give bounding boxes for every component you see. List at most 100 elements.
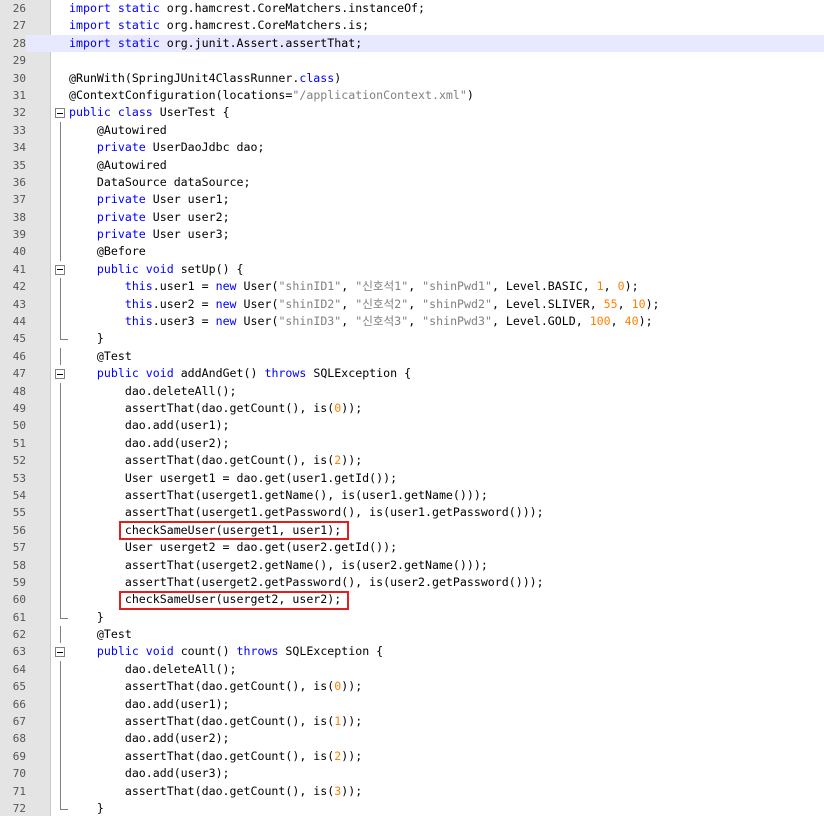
code-token-plain: ,	[408, 296, 423, 311]
fold-guide-line	[60, 678, 61, 696]
code-line[interactable]: 47 public void addAndGet() throws SQLExc…	[0, 365, 824, 382]
line-number: 29	[12, 54, 26, 68]
fold-collapse-icon[interactable]	[55, 108, 65, 119]
code-line[interactable]: 67 assertThat(dao.getCount(), is(1));	[0, 713, 824, 731]
fold-collapse-icon[interactable]	[55, 264, 65, 275]
code-text: @RunWith(SpringJUnit4ClassRunner.class)	[69, 70, 341, 87]
code-line[interactable]: 72 }	[0, 799, 824, 817]
code-line[interactable]: 32 public class UserTest {	[0, 104, 824, 121]
code-line[interactable]: 63 public void count() throws SQLExcepti…	[0, 643, 824, 660]
code-line[interactable]: 40 @Before	[0, 243, 824, 261]
code-text: private User user3;	[69, 226, 230, 243]
code-text: assertThat(userget1.getName(), is(user1.…	[69, 487, 488, 504]
code-line[interactable]: 44 this.user3 = new User("shinID3", "신호석…	[0, 313, 824, 331]
fold-guide-line	[60, 747, 61, 766]
code-line[interactable]: 36 DataSource dataSource;	[0, 173, 824, 192]
code-token-plain: assertThat(dao.getCount(), is(	[69, 453, 335, 468]
code-text: assertThat(userget2.getPassword(), is(us…	[69, 574, 544, 591]
code-line[interactable]: 65 assertThat(dao.getCount(), is(0));	[0, 678, 824, 696]
code-line[interactable]: 43 this.user2 = new User("shinID2", "신호석…	[0, 295, 824, 314]
code-line[interactable]: 33 @Autowired	[0, 121, 824, 140]
fold-guide-line	[60, 313, 61, 331]
code-line[interactable]: 66 dao.add(user1);	[0, 695, 824, 714]
line-number: 65	[12, 680, 26, 694]
fold-collapse-icon[interactable]	[55, 369, 65, 380]
code-line[interactable]: 53 User userget1 = dao.get(user1.getId()…	[0, 469, 824, 487]
code-token-plain: ));	[341, 679, 363, 694]
code-line[interactable]: 54 assertThat(userget1.getName(), is(use…	[0, 486, 824, 505]
line-number: 26	[12, 2, 26, 15]
code-token-kw: import	[69, 1, 111, 15]
code-area[interactable]: 26 import static org.hamcrest.CoreMatcher…	[0, 0, 824, 817]
code-text: @Test	[69, 626, 132, 643]
code-token-plain: ,	[617, 296, 632, 311]
code-line[interactable]: 30 @RunWith(SpringJUnit4ClassRunner.class…	[0, 70, 824, 87]
code-line[interactable]: 38 private User user2;	[0, 208, 824, 227]
code-line[interactable]: 57 User userget2 = dao.get(user2.getId()…	[0, 539, 824, 557]
code-token-plain: ,	[341, 279, 356, 294]
code-line[interactable]: 61 }	[0, 608, 824, 626]
code-token-plain: @Test	[69, 348, 132, 363]
code-token-plain: ,	[341, 296, 356, 311]
code-line[interactable]: 35 @Autowired	[0, 156, 824, 174]
code-text: private User user2;	[69, 209, 230, 226]
code-line[interactable]: 37 private User user1;	[0, 191, 824, 209]
code-line[interactable]: 48 dao.deleteAll();	[0, 382, 824, 400]
code-line[interactable]: 34 private UserDaoJdbc dao;	[0, 139, 824, 157]
code-text: assertThat(dao.getCount(), is(2));	[69, 452, 362, 469]
code-line[interactable]: 42 this.user1 = new User("shinID1", "신호석…	[0, 278, 824, 296]
code-token-plain: );	[624, 279, 639, 294]
fold-guide-line	[60, 730, 61, 748]
code-text: import static org.hamcrest.CoreMatchers.…	[69, 17, 369, 34]
code-line[interactable]: 71 assertThat(dao.getCount(), is(3));	[0, 782, 824, 800]
code-line[interactable]: 50 dao.add(user1);	[0, 417, 824, 435]
code-token-str: "/applicationContext.xml"	[292, 87, 467, 102]
code-line[interactable]: 31 @ContextConfiguration(locations="/appl…	[0, 87, 824, 104]
code-line[interactable]: 45 }	[0, 330, 824, 347]
code-line[interactable]: 64 dao.deleteAll();	[0, 660, 824, 679]
code-line[interactable]: 46 @Test	[0, 347, 824, 366]
fold-guide-line	[60, 452, 61, 470]
code-line[interactable]: 26 import static org.hamcrest.CoreMatcher…	[0, 0, 824, 17]
code-line[interactable]: 39 private User user3;	[0, 226, 824, 244]
code-token-str: "shinID2"	[278, 296, 342, 311]
code-token-plain: ));	[341, 783, 363, 798]
code-editor[interactable]: 26 import static org.hamcrest.CoreMatcher…	[0, 0, 824, 816]
code-line[interactable]: 55 assertThat(userget1.getPassword(), is…	[0, 504, 824, 522]
code-line[interactable]: 52 assertThat(dao.getCount(), is(2));	[0, 452, 824, 470]
line-number: 43	[12, 297, 26, 311]
code-line[interactable]: 28 import static org.junit.Assert.assertT…	[0, 34, 824, 53]
code-token-plain: ,	[610, 314, 625, 329]
code-token-plain: org.hamcrest.CoreMatchers.is;	[159, 18, 370, 33]
code-line[interactable]: 41 public void setUp() {	[0, 261, 824, 278]
code-line[interactable]: 70 dao.add(user3);	[0, 765, 824, 783]
line-number: 60	[12, 593, 26, 607]
code-token-kw: this	[124, 296, 153, 311]
code-token-plain: User(	[236, 314, 279, 329]
code-text: @Autowired	[69, 122, 167, 139]
code-line[interactable]: 68 dao.add(user2);	[0, 730, 824, 748]
code-line[interactable]: 49 assertThat(dao.getCount(), is(0));	[0, 399, 824, 418]
code-text: dao.deleteAll();	[69, 661, 237, 678]
code-token-kw: class	[299, 70, 335, 85]
code-line[interactable]: 27 import static org.hamcrest.CoreMatcher…	[0, 17, 824, 34]
code-line[interactable]: 29	[0, 52, 824, 69]
code-token-plain: }	[69, 331, 104, 346]
code-line[interactable]: 62 @Test	[0, 626, 824, 644]
code-token-plain: @ContextConfiguration(locations=	[69, 87, 293, 102]
code-token-plain: assertThat(userget1.getPassword(), is(us…	[69, 505, 544, 520]
code-text: dao.deleteAll();	[69, 383, 237, 400]
code-token-plain: User userget1 = dao.get(user1.getId());	[69, 470, 398, 485]
code-line[interactable]: 69 assertThat(dao.getCount(), is(2));	[0, 747, 824, 766]
fold-collapse-icon[interactable]	[55, 647, 65, 658]
code-token-plain: dao.add(user2);	[69, 435, 230, 450]
code-line[interactable]: 58 assertThat(userget2.getName(), is(use…	[0, 556, 824, 574]
code-token-plain: ,	[408, 314, 423, 329]
code-line[interactable]: 51 dao.add(user2);	[0, 434, 824, 453]
code-line[interactable]: 59 assertThat(userget2.getPassword(), is…	[0, 573, 824, 592]
